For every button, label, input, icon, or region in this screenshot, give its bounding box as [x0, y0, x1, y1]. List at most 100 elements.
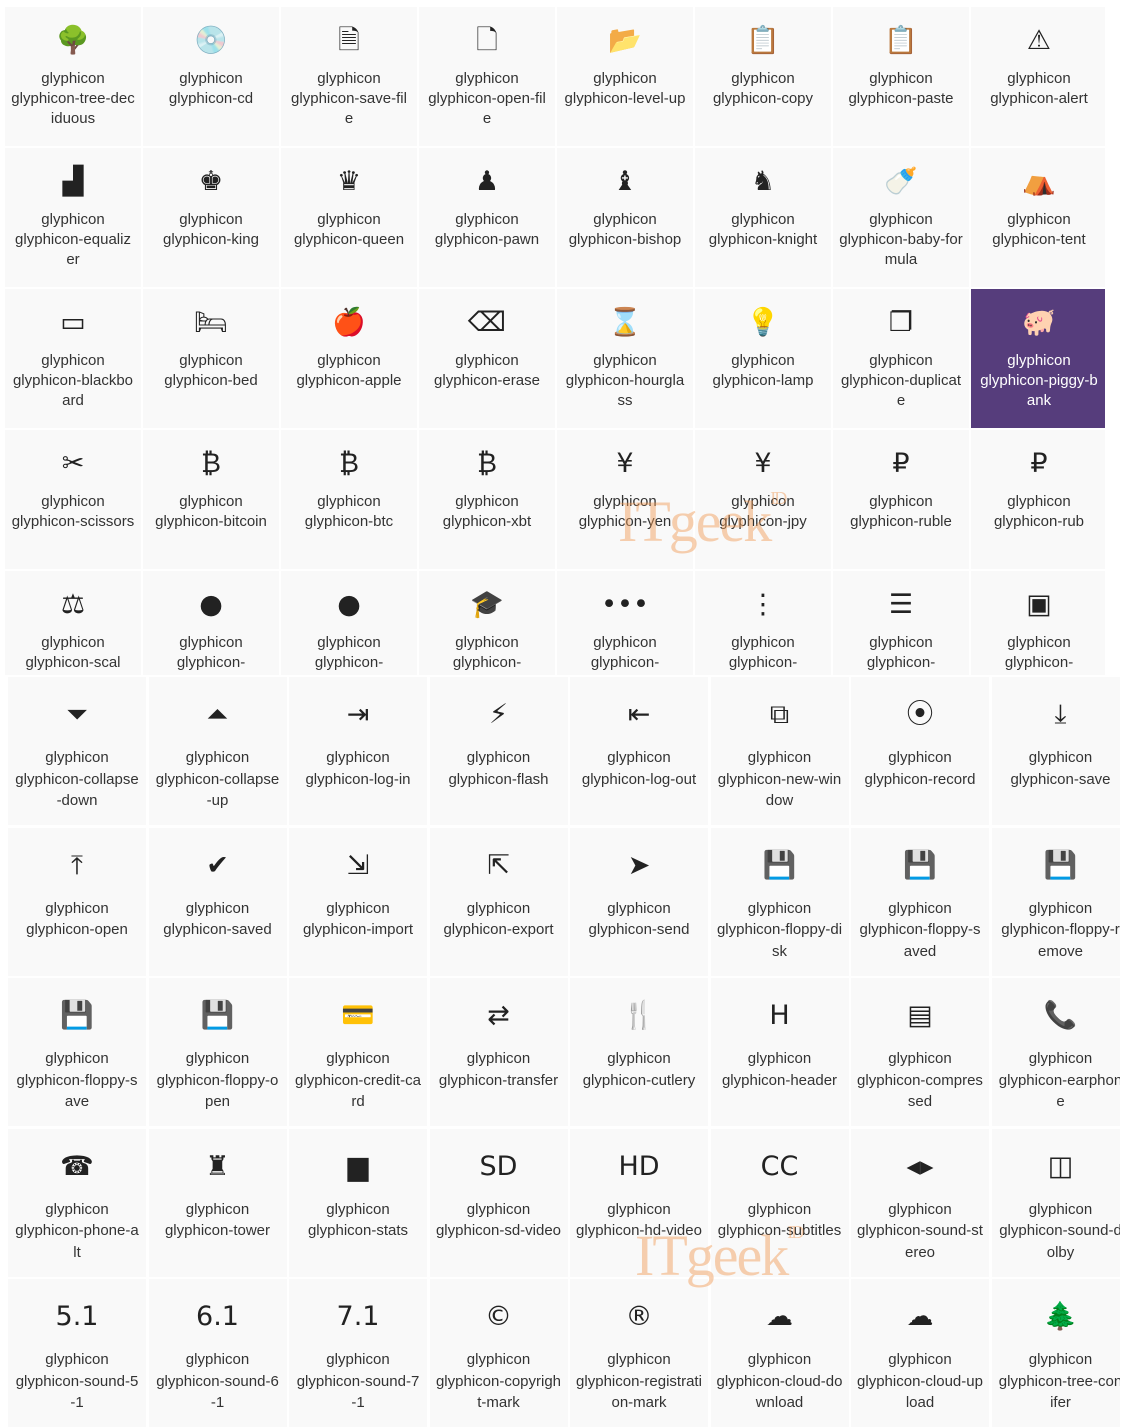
- icon-cell-menu-hamburger[interactable]: ☰ glyphicon glyphicon-: [833, 571, 969, 675]
- icon-cell-save-file[interactable]: 🗎 glyphicon glyphicon-save-file: [281, 7, 417, 146]
- icon-cell-piggy-bank[interactable]: 🐖 glyphicon glyphicon-piggy-bank: [971, 289, 1105, 428]
- icon-cell-bitcoin[interactable]: ₿ glyphicon glyphicon-bitcoin: [143, 430, 279, 569]
- icon-cell-hourglass[interactable]: ⌛ glyphicon glyphicon-hourglass: [557, 289, 693, 428]
- icon-cell-sound-stereo[interactable]: ◂▸ glyphicon glyphicon-sound-stereo: [851, 1128, 989, 1277]
- icon-cell-floppy-save[interactable]: 💾 glyphicon glyphicon-floppy-save: [8, 978, 146, 1126]
- icon-cell-sound-7-1[interactable]: 7.1 glyphicon glyphicon-sound-7-1: [289, 1279, 427, 1427]
- icon-label-class: glyphicon: [317, 493, 381, 510]
- icon-cell-yen[interactable]: ¥ glyphicon glyphicon-yen: [557, 430, 693, 569]
- icon-cell-header[interactable]: Hglyphicon glyphicon-header: [710, 978, 849, 1126]
- import-icon: ⇲: [346, 849, 370, 881]
- icon-label-name: glyphicon-: [728, 654, 798, 671]
- icon-cell-phone-alt[interactable]: ☎ glyphicon glyphicon-phone-alt: [8, 1128, 146, 1277]
- icon-cell-ice-lolly-tasted[interactable]: ● glyphicon glyphicon-: [281, 571, 417, 675]
- icon-cell-floppy-saved[interactable]: 💾 glyphicon glyphicon-floppy-saved: [851, 827, 989, 976]
- record-icon: ⦿: [906, 699, 934, 730]
- icon-cell-erase[interactable]: ⌫ glyphicon glyphicon-erase: [419, 289, 555, 428]
- icon-cell-open-file[interactable]: 🗋 glyphicon glyphicon-open-file: [419, 7, 555, 146]
- icon-cell-equalizer[interactable]: ▟ glyphicon glyphicon-equalizer: [5, 148, 141, 287]
- icon-cell-duplicate[interactable]: ❐ glyphicon glyphicon-duplicate: [833, 289, 969, 428]
- icon-cell-education[interactable]: 🎓 glyphicon glyphicon-: [419, 571, 555, 675]
- icon-cell-cloud-upload[interactable]: ☁ glyphicon glyphicon-cloud-upload: [851, 1279, 989, 1427]
- icon-cell-level-up[interactable]: 📂 glyphicon glyphicon-level-up: [557, 7, 693, 146]
- icon-cell-earphone[interactable]: 📞 glyphicon glyphicon-earphone: [991, 978, 1120, 1126]
- icon-cell-copyright-mark[interactable]: © glyphicon glyphicon-copyright-mark: [429, 1279, 568, 1427]
- icon-cell-hd-video[interactable]: HD glyphicon glyphicon-hd-video: [570, 1128, 708, 1277]
- icon-cell-pawn[interactable]: ♟ glyphicon glyphicon-pawn: [419, 148, 555, 287]
- new-window-icon: ⧉: [769, 699, 790, 730]
- icon-cell-sound-5-1[interactable]: 5.1 glyphicon glyphicon-sound-5-1: [8, 1279, 146, 1427]
- icon-cell-copy[interactable]: 📋 glyphicon glyphicon-copy: [695, 7, 831, 146]
- icon-cell-ice-lolly[interactable]: ● glyphicon glyphicon-: [143, 571, 279, 675]
- icon-cell-baby-formula[interactable]: 🍼 glyphicon glyphicon-baby-formula: [833, 148, 969, 287]
- icon-cell-sound-6-1[interactable]: 6.1 glyphicon glyphicon-sound-6-1: [148, 1279, 287, 1427]
- icon-cell-alert[interactable]: ⚠ glyphicon glyphicon-alert: [971, 7, 1105, 146]
- icon-cell-floppy-remove[interactable]: 💾 glyphicon glyphicon-floppy-remove: [991, 827, 1120, 976]
- bishop-icon: ♝: [612, 166, 638, 197]
- icon-cell-xbt[interactable]: ₿ glyphicon glyphicon-xbt: [419, 430, 555, 569]
- cloud-upload-icon: ☁: [906, 1301, 934, 1332]
- icon-cell-tower[interactable]: ♜ glyphicon glyphicon-tower: [148, 1128, 287, 1277]
- icon-cell-subtitles[interactable]: CC glyphicon glyphicon-subtitles: [710, 1128, 849, 1277]
- icon-cell-credit-card[interactable]: 💳 glyphicon glyphicon-credit-card: [289, 978, 427, 1126]
- icon-cell-cloud-download[interactable]: ☁ glyphicon glyphicon-cloud-download: [710, 1279, 849, 1427]
- icon-cell-saved[interactable]: ✔ glyphicon glyphicon-saved: [148, 827, 287, 976]
- icon-cell-bed[interactable]: 🛏 glyphicon glyphicon-bed: [143, 289, 279, 428]
- icon-cell-lamp[interactable]: 💡 glyphicon glyphicon-lamp: [695, 289, 831, 428]
- icon-cell-log-out[interactable]: ⇤ glyphicon glyphicon-log-out: [570, 677, 708, 825]
- icon-cell-record[interactable]: ⦿ glyphicon glyphicon-record: [851, 677, 989, 825]
- icon-label-name: glyphicon-: [176, 654, 246, 671]
- icon-label-class: glyphicon: [179, 70, 243, 87]
- icon-cell-cutlery[interactable]: 🍴 glyphicon glyphicon-cutlery: [570, 978, 708, 1126]
- icon-cell-open[interactable]: ⤒ glyphicon glyphicon-open: [8, 827, 146, 976]
- icon-cell-tree-conifer[interactable]: 🌲 glyphicon glyphicon-tree-conifer: [991, 1279, 1120, 1427]
- bed-icon: 🛏: [193, 307, 229, 338]
- icon-cell-rub[interactable]: ₽ glyphicon glyphicon-rub: [971, 430, 1105, 569]
- icon-cell-scissors[interactable]: ✂ glyphicon glyphicon-scissors: [5, 430, 141, 569]
- icon-label-class: glyphicon: [45, 899, 109, 917]
- icon-cell-jpy[interactable]: ¥ glyphicon glyphicon-jpy: [695, 430, 831, 569]
- icon-cell-option-vertical[interactable]: ⋮ glyphicon glyphicon-: [695, 571, 831, 675]
- icon-cell-btc[interactable]: ₿ glyphicon glyphicon-btc: [281, 430, 417, 569]
- icon-cell-collapse-up[interactable]: ⏶ glyphicon glyphicon-collapse-up: [148, 677, 287, 825]
- icon-cell-king[interactable]: ♚ glyphicon glyphicon-king: [143, 148, 279, 287]
- floppy-remove-icon: 💾: [1043, 849, 1078, 881]
- icon-cell-queen[interactable]: ♛ glyphicon glyphicon-queen: [281, 148, 417, 287]
- icon-cell-cd[interactable]: 💿 glyphicon glyphicon-cd: [143, 7, 279, 146]
- icon-cell-floppy-open[interactable]: 💾 glyphicon glyphicon-floppy-open: [148, 978, 287, 1126]
- bitcoin-icon: ₿: [201, 448, 221, 479]
- icon-cell-stats[interactable]: ▆ glyphicon glyphicon-stats: [289, 1128, 427, 1277]
- icon-label-class: glyphicon: [455, 493, 519, 510]
- icon-cell-sd-video[interactable]: SD glyphicon glyphicon-sd-video: [429, 1128, 568, 1277]
- icon-label-class: glyphicon: [747, 899, 812, 917]
- icon-cell-scale[interactable]: ⚖ glyphicon glyphicon-scal: [5, 571, 141, 675]
- icon-cell-save[interactable]: ⤓ glyphicon glyphicon-save: [991, 677, 1120, 825]
- icon-cell-transfer[interactable]: ⇄ glyphicon glyphicon-transfer: [429, 978, 568, 1126]
- icon-cell-option-horizontal[interactable]: ••• glyphicon glyphicon-: [557, 571, 693, 675]
- icon-cell-ruble[interactable]: ₽ glyphicon glyphicon-ruble: [833, 430, 969, 569]
- icon-cell-send[interactable]: ➤ glyphicon glyphicon-send: [570, 827, 708, 976]
- icon-cell-modal-window[interactable]: ▣ glyphicon glyphicon-: [971, 571, 1105, 675]
- icon-cell-apple[interactable]: 🍎 glyphicon glyphicon-apple: [281, 289, 417, 428]
- icon-cell-log-in[interactable]: ⇥ glyphicon glyphicon-log-in: [289, 677, 427, 825]
- icon-cell-tent[interactable]: ⛺ glyphicon glyphicon-tent: [971, 148, 1105, 287]
- icon-cell-registration-mark[interactable]: ® glyphicon glyphicon-registration-mark: [570, 1279, 708, 1427]
- icon-cell-floppy-disk[interactable]: 💾 glyphicon glyphicon-floppy-disk: [710, 827, 849, 976]
- icon-cell-export[interactable]: ⇱ glyphicon glyphicon-export: [429, 827, 568, 976]
- icon-cell-sound-dolby[interactable]: ◫ glyphicon glyphicon-sound-dolby: [991, 1128, 1120, 1277]
- icon-cell-import[interactable]: ⇲ glyphicon glyphicon-import: [289, 827, 427, 976]
- icon-cell-collapse-down[interactable]: ⏷ glyphicon glyphicon-collapse-down: [8, 677, 146, 825]
- icon-cell-new-window[interactable]: ⧉ glyphicon glyphicon-new-window: [710, 677, 849, 825]
- icon-cell-paste[interactable]: 📋 glyphicon glyphicon-paste: [833, 7, 969, 146]
- icon-cell-flash[interactable]: ⚡ glyphicon glyphicon-flash: [429, 677, 568, 825]
- icon-label-class: glyphicon: [731, 211, 795, 228]
- icon-cell-blackboard[interactable]: ▭ glyphicon glyphicon-blackboard: [5, 289, 141, 428]
- icon-cell-bishop[interactable]: ♝ glyphicon glyphicon-bishop: [557, 148, 693, 287]
- icon-label-name: glyphicon-xbt: [442, 513, 532, 530]
- icon-cell-compressed[interactable]: ▤ glyphicon glyphicon-compressed: [851, 978, 989, 1126]
- export-icon: ⇱: [487, 849, 510, 881]
- icon-label-class: glyphicon: [326, 899, 390, 917]
- icon-cell-knight[interactable]: ♞ glyphicon glyphicon-knight: [695, 148, 831, 287]
- icon-cell-tree-deciduous[interactable]: 🌳 glyphicon glyphicon-tree-deciduous: [5, 7, 141, 146]
- piggy-bank-icon: 🐖: [1022, 307, 1056, 338]
